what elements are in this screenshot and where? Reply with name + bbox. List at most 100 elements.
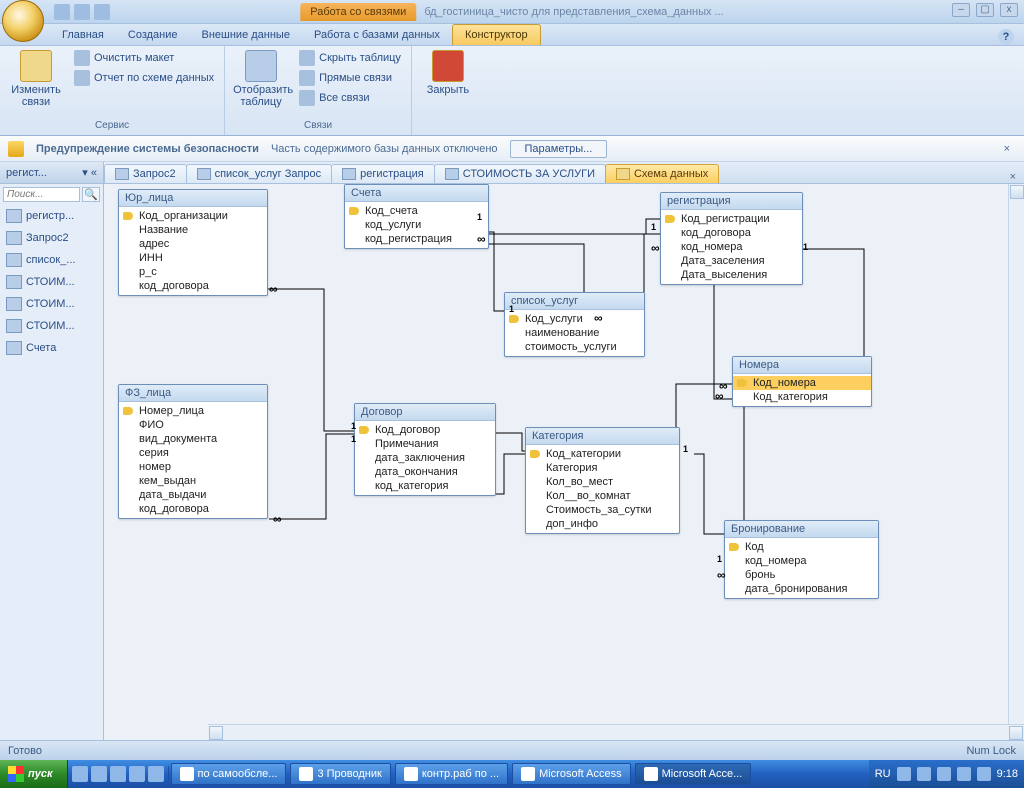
table-field[interactable]: адрес	[119, 237, 267, 251]
nav-item[interactable]: СТОИМ...	[0, 293, 103, 315]
table-field[interactable]: код_договора	[661, 226, 802, 240]
nav-item[interactable]: Запрос2	[0, 227, 103, 249]
table-field[interactable]: Код_номера	[733, 376, 871, 390]
table-field[interactable]: р_с	[119, 265, 267, 279]
table-field[interactable]: дата_бронирования	[725, 582, 878, 596]
all-rel-button[interactable]: Все связи	[295, 88, 405, 108]
hide-table-button[interactable]: Скрыть таблицу	[295, 48, 405, 68]
relation-report-button[interactable]: Отчет по схеме данных	[70, 68, 218, 88]
table-field[interactable]: Код_услуги	[505, 312, 644, 326]
edit-relations-button[interactable]: Изменить связи	[6, 48, 66, 110]
task-item[interactable]: Microsoft Access	[512, 763, 631, 785]
nav-header[interactable]: регист... ▾ «	[0, 162, 103, 184]
vertical-scrollbar[interactable]	[1008, 184, 1024, 740]
close-tool-button[interactable]: Закрыть	[418, 48, 478, 98]
table-field[interactable]: стоимость_услуги	[505, 340, 644, 354]
table-field[interactable]: доп_инфо	[526, 517, 679, 531]
table-field[interactable]: кем_выдан	[119, 474, 267, 488]
office-button[interactable]	[2, 0, 44, 42]
table-field[interactable]: номер	[119, 460, 267, 474]
scroll-right-icon[interactable]	[1009, 726, 1023, 740]
tab-home[interactable]: Главная	[50, 25, 116, 45]
task-item[interactable]: по самообсле...	[171, 763, 287, 785]
table-field[interactable]: код_услуги	[345, 218, 488, 232]
tray-icon[interactable]	[937, 767, 951, 781]
horizontal-scrollbar[interactable]	[208, 724, 1024, 740]
clear-layout-button[interactable]: Очистить макет	[70, 48, 218, 68]
doctab-services[interactable]: список_услуг Запрос	[186, 164, 333, 183]
doctab-registration[interactable]: регистрация	[331, 164, 435, 183]
scroll-up-icon[interactable]	[1010, 185, 1024, 199]
table-scheta[interactable]: Счета Код_счетакод_услугикод_регистрация	[344, 184, 489, 249]
table-field[interactable]: Дата_выселения	[661, 268, 802, 282]
language-indicator[interactable]: RU	[875, 768, 891, 780]
tab-design[interactable]: Конструктор	[452, 24, 541, 45]
ql-icon[interactable]	[129, 766, 145, 782]
tab-dbtools[interactable]: Работа с базами данных	[302, 25, 452, 45]
minimize-button[interactable]: –	[952, 3, 970, 17]
table-field[interactable]: код_номера	[661, 240, 802, 254]
task-item[interactable]: контр.раб по ...	[395, 763, 508, 785]
table-field[interactable]: бронь	[725, 568, 878, 582]
show-table-button[interactable]: Отобразить таблицу	[231, 48, 291, 110]
table-field[interactable]: Номер_лица	[119, 404, 267, 418]
desktop-icon[interactable]	[91, 766, 107, 782]
table-field[interactable]: ИНН	[119, 251, 267, 265]
scroll-left-icon[interactable]	[209, 726, 223, 740]
tray-icon[interactable]	[957, 767, 971, 781]
nav-item[interactable]: СТОИМ...	[0, 271, 103, 293]
help-icon[interactable]: ?	[998, 29, 1014, 45]
undo-icon[interactable]	[74, 4, 90, 20]
restore-button[interactable]: ▢	[976, 3, 994, 17]
security-options-button[interactable]: Параметры...	[510, 140, 608, 158]
clock[interactable]: 9:18	[997, 768, 1018, 780]
table-yur-lica[interactable]: Юр_лица Код_организацииНазваниеадресИННр…	[118, 189, 268, 296]
table-field[interactable]: ФИО	[119, 418, 267, 432]
ie-icon[interactable]	[72, 766, 88, 782]
table-field[interactable]: Код_организации	[119, 209, 267, 223]
tray-icon[interactable]	[897, 767, 911, 781]
tray-icon[interactable]	[977, 767, 991, 781]
nav-item[interactable]: список_...	[0, 249, 103, 271]
table-field[interactable]: Название	[119, 223, 267, 237]
task-item[interactable]: 3 Проводник	[290, 763, 390, 785]
doctab-close-button[interactable]: ×	[1002, 171, 1024, 183]
table-field[interactable]: Код_счета	[345, 204, 488, 218]
table-field[interactable]: Код_категории	[526, 447, 679, 461]
direct-rel-button[interactable]: Прямые связи	[295, 68, 405, 88]
table-field[interactable]: Кол_во_мест	[526, 475, 679, 489]
security-close-button[interactable]: ×	[998, 143, 1016, 155]
table-field[interactable]: вид_документа	[119, 432, 267, 446]
ql-icon[interactable]	[148, 766, 164, 782]
table-field[interactable]: код_категория	[355, 479, 495, 493]
firefox-icon[interactable]	[110, 766, 126, 782]
table-field[interactable]: Код_договор	[355, 423, 495, 437]
table-spisok-uslug[interactable]: список_услуг Код_услугинаименованиестоим…	[504, 292, 645, 357]
table-nomera[interactable]: Номера Код_номераКод_категория	[732, 356, 872, 407]
table-field[interactable]: Код_регистрации	[661, 212, 802, 226]
table-field[interactable]: Кол__во_комнат	[526, 489, 679, 503]
table-field[interactable]: Дата_заселения	[661, 254, 802, 268]
table-dogovor[interactable]: Договор Код_договорПримечаниядата_заключ…	[354, 403, 496, 496]
close-button[interactable]: x	[1000, 3, 1018, 17]
redo-icon[interactable]	[94, 4, 110, 20]
table-registratsia[interactable]: регистрация Код_регистрациикод_договорак…	[660, 192, 803, 285]
task-item-active[interactable]: Microsoft Acce...	[635, 763, 752, 785]
table-field[interactable]: наименование	[505, 326, 644, 340]
start-button[interactable]: пуск	[0, 760, 68, 788]
nav-item[interactable]: СТОИМ...	[0, 315, 103, 337]
tray-icon[interactable]	[917, 767, 931, 781]
table-kategoria[interactable]: Категория Код_категорииКатегорияКол_во_м…	[525, 427, 680, 534]
table-field[interactable]: Категория	[526, 461, 679, 475]
table-field[interactable]: Примечания	[355, 437, 495, 451]
table-field[interactable]: Код_категория	[733, 390, 871, 404]
table-field[interactable]: код_договора	[119, 502, 267, 516]
doctab-schema[interactable]: Схема данных	[605, 164, 719, 183]
table-field[interactable]: Код	[725, 540, 878, 554]
doctab-query2[interactable]: Запрос2	[104, 164, 187, 183]
search-button[interactable]: 🔍	[82, 187, 100, 202]
relationship-canvas[interactable]: Юр_лица Код_организацииНазваниеадресИННр…	[104, 184, 1024, 740]
table-field[interactable]: дата_окончания	[355, 465, 495, 479]
table-field[interactable]: Стоимость_за_сутки	[526, 503, 679, 517]
table-field[interactable]: дата_заключения	[355, 451, 495, 465]
